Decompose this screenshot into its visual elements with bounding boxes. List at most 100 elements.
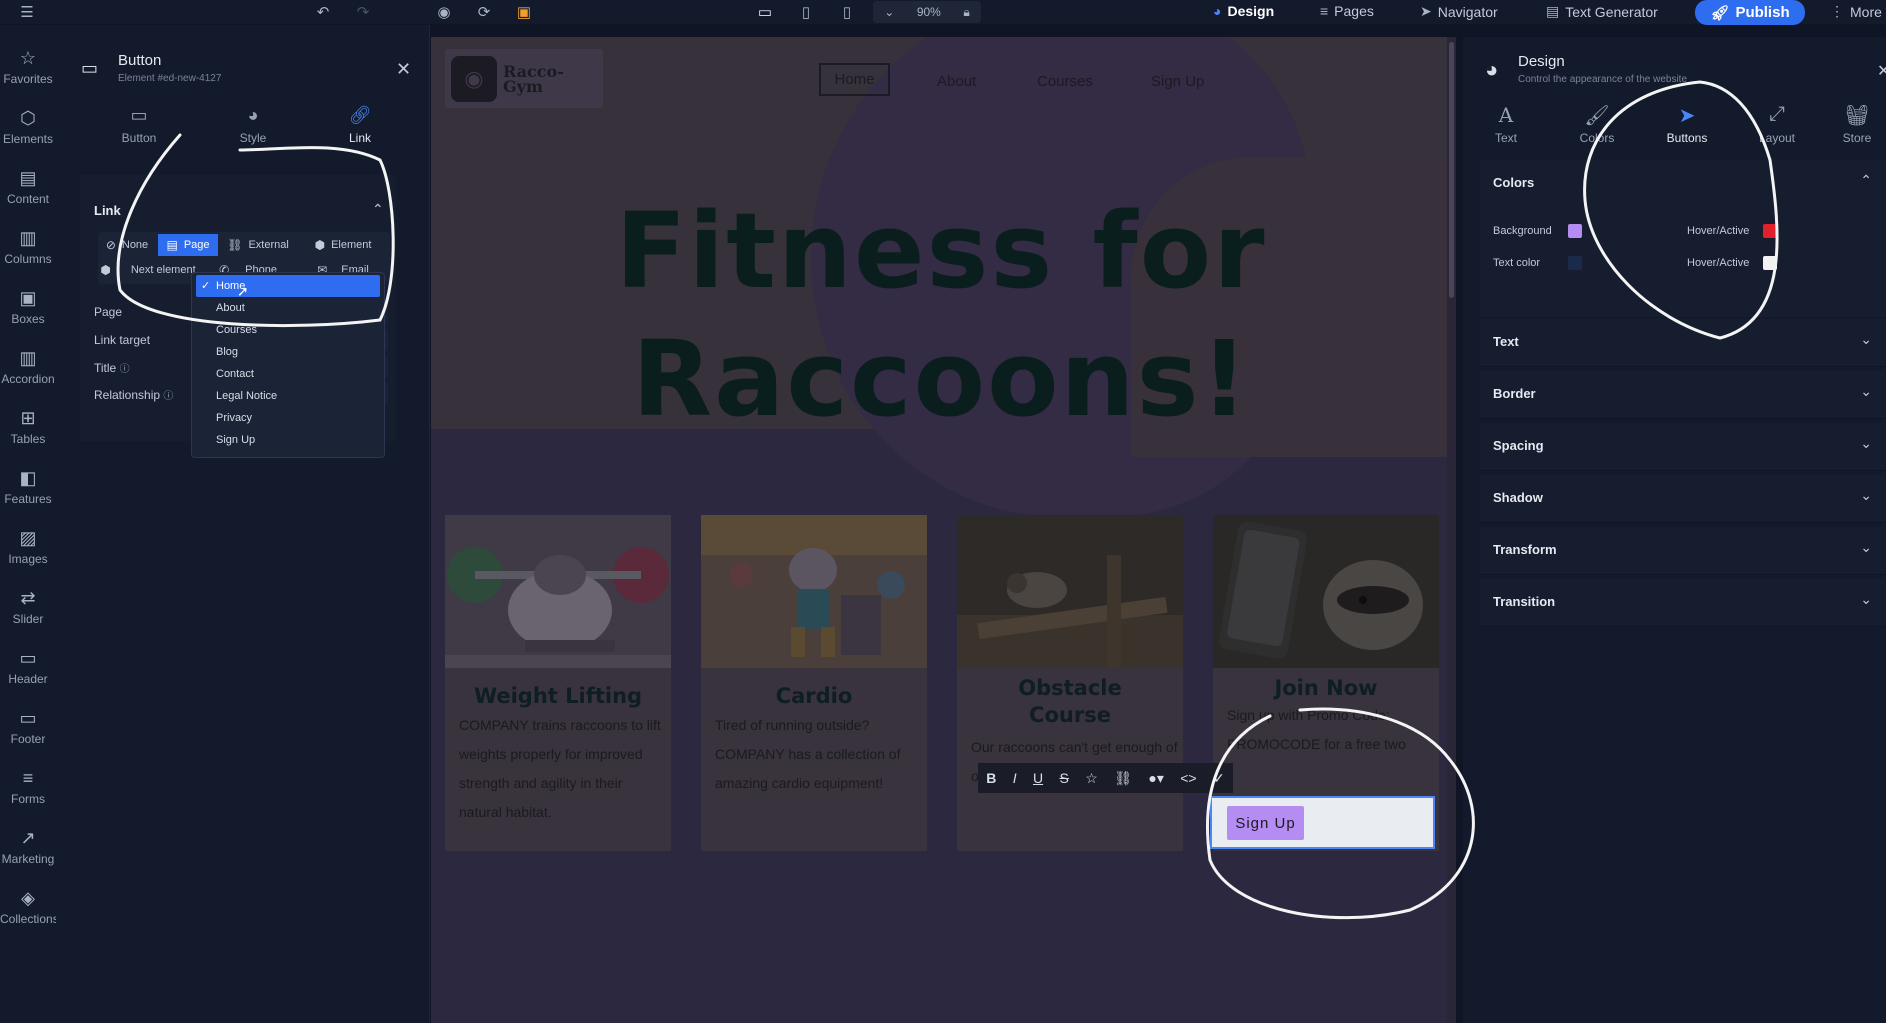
underline-icon[interactable]: U <box>1033 770 1043 786</box>
close-icon[interactable]: ✕ <box>1877 61 1886 81</box>
course-card[interactable]: Cardio Tired of running outside? COMPANY… <box>701 515 927 851</box>
tab-link[interactable]: 🔗︎ Link <box>320 105 400 145</box>
tablet-view-icon[interactable]: ▯ <box>796 2 816 22</box>
tab-buttons[interactable]: ➤ Buttons <box>1647 103 1727 145</box>
sign-up-button[interactable]: Sign Up <box>1227 806 1304 840</box>
tab-store[interactable]: 🧺︎ Store <box>1817 103 1886 145</box>
tab-button[interactable]: ▭ Button <box>99 105 179 145</box>
navigator-button[interactable]: ➤ Navigator <box>1420 3 1498 20</box>
section-colors[interactable]: Colors ⌃ <box>1480 160 1886 208</box>
text-color-swatch[interactable] <box>1568 256 1582 270</box>
bold-icon[interactable]: B <box>986 770 996 786</box>
section-transform[interactable]: Transform ⌄ <box>1480 527 1886 575</box>
user-icon[interactable]: ●▾ <box>1148 770 1163 787</box>
nav-link-about[interactable]: About <box>937 73 976 90</box>
sidebar-item-favorites[interactable]: ☆ Favorites <box>0 47 56 86</box>
hero-title[interactable]: Fitness for Raccoons! <box>441 187 1441 443</box>
sidebar-item-columns[interactable]: ▥ Columns <box>0 227 56 266</box>
selected-button-container[interactable]: Sign Up <box>1210 796 1435 849</box>
link-type-none[interactable]: ⊘ None <box>98 234 156 256</box>
design-label: Design <box>1227 3 1275 19</box>
publish-button[interactable]: 🚀︎ Publish <box>1695 0 1805 25</box>
course-card[interactable]: Obstacle Course Our raccoons can't get e… <box>957 515 1183 851</box>
dropdown-option-about[interactable]: About <box>196 297 380 319</box>
nav-link-home[interactable]: Home <box>819 63 890 96</box>
dropdown-option-privacy[interactable]: Privacy <box>196 407 380 429</box>
lock-icon[interactable]: 🔒︎ <box>963 5 969 20</box>
sidebar-item-tables[interactable]: ⊞ Tables <box>0 407 56 446</box>
rocket-icon: 🚀︎ <box>1710 4 1730 22</box>
star-icon: ☆ <box>19 48 37 68</box>
sidebar-item-slider[interactable]: ⇄ Slider <box>0 587 56 626</box>
background-swatch[interactable] <box>1568 224 1582 238</box>
sidebar-item-header[interactable]: ▭ Header <box>0 647 56 686</box>
preview-eye-icon[interactable]: ◉ <box>434 2 454 22</box>
check-icon[interactable]: ✓ <box>1213 770 1225 787</box>
text-generator-button[interactable]: ▤ Text Generator <box>1546 3 1658 20</box>
section-spacing[interactable]: Spacing ⌄ <box>1480 423 1886 471</box>
code-icon[interactable]: <> <box>1180 770 1196 786</box>
dropdown-option-courses[interactable]: Courses <box>196 319 380 341</box>
redo-icon[interactable]: ↷ <box>353 2 373 22</box>
nav-link-courses[interactable]: Courses <box>1037 73 1093 90</box>
undo-icon[interactable]: ↶ <box>313 2 333 22</box>
sidebar-item-elements[interactable]: ⬡ Elements <box>0 107 56 146</box>
hamburger-menu-icon[interactable]: ☰ <box>17 2 37 22</box>
tab-colors[interactable]: 🖌︎ Colors <box>1557 103 1637 145</box>
dropdown-option-home[interactable]: Home <box>196 275 380 297</box>
dropdown-option-sign-up[interactable]: Sign Up <box>196 429 380 451</box>
tab-style[interactable]: ◕ Style <box>213 105 293 145</box>
nav-link-sign-up[interactable]: Sign Up <box>1151 73 1204 90</box>
dropdown-option-contact[interactable]: Contact <box>196 363 380 385</box>
course-card[interactable]: Weight Lifting COMPANY trains raccoons t… <box>445 515 671 851</box>
sidebar-item-accordion[interactable]: ▥ Accordion <box>0 347 56 386</box>
close-icon[interactable]: ✕ <box>396 59 411 80</box>
chevron-up-icon[interactable]: ⌃ <box>372 201 384 218</box>
section-transition[interactable]: Transition ⌄ <box>1480 579 1886 627</box>
sidebar-item-collections[interactable]: ◈ Collections <box>0 887 59 926</box>
link-type-external[interactable]: ⛓︎ External <box>220 234 296 256</box>
site-logo[interactable]: ◉ Racco-Gym <box>445 49 603 108</box>
scrollbar-thumb[interactable] <box>1449 42 1454 298</box>
sidebar-item-features[interactable]: ◧ Features <box>0 467 56 506</box>
sidebar-item-content[interactable]: ▤ Content <box>0 167 56 206</box>
dropdown-option-blog[interactable]: Blog <box>196 341 380 363</box>
section-border[interactable]: Border ⌄ <box>1480 371 1886 419</box>
link-type-page[interactable]: ▤ Page <box>158 234 218 256</box>
design-button[interactable]: ◕ Design <box>1213 3 1274 19</box>
star-icon[interactable]: ☆ <box>1085 770 1098 787</box>
link-type-element[interactable]: ⬢ Element <box>298 234 388 256</box>
desktop-view-icon[interactable]: ▭ <box>755 2 775 22</box>
section-title: Transform <box>1493 542 1557 557</box>
help-icon[interactable]: ⓘ <box>120 364 130 375</box>
background-hover-swatch[interactable] <box>1763 224 1777 238</box>
sidebar-item-boxes[interactable]: ▣ Boxes <box>0 287 56 326</box>
section-text[interactable]: Text ⌄ <box>1480 319 1886 367</box>
mobile-view-icon[interactable]: ▯ <box>837 2 857 22</box>
link-type-next-element[interactable]: ⬢ Next element <box>98 259 198 281</box>
dropdown-option-legal-notice[interactable]: Legal Notice <box>196 385 380 407</box>
sidebar-item-footer[interactable]: ▭ Footer <box>0 707 56 746</box>
zoom-control[interactable]: ⌄ 90% 🔒︎ <box>873 1 981 23</box>
strikethrough-icon[interactable]: S <box>1060 770 1069 786</box>
italic-icon[interactable]: I <box>1013 770 1017 786</box>
help-icon[interactable]: ⓘ <box>163 391 173 402</box>
more-button[interactable]: ⋮ More <box>1830 3 1882 20</box>
sidebar-item-forms[interactable]: ≡ Forms <box>0 767 56 806</box>
sidebar-item-label: Tables <box>10 432 46 446</box>
tab-layout[interactable]: ⤢ Layout <box>1737 103 1817 145</box>
text-hover-swatch[interactable] <box>1763 256 1777 270</box>
refresh-icon[interactable]: ⟳ <box>474 2 494 22</box>
save-icon[interactable]: ▣ <box>514 2 534 22</box>
section-shadow[interactable]: Shadow ⌄ <box>1480 475 1886 523</box>
tab-text[interactable]: A Text <box>1466 103 1546 145</box>
pages-button[interactable]: ≡ Pages <box>1320 3 1374 19</box>
sidebar-item-marketing[interactable]: ↗ Marketing <box>0 827 56 866</box>
sidebar-item-label: Content <box>6 192 50 206</box>
website-canvas[interactable]: ◉ Racco-Gym Home About Courses Sign Up F… <box>431 37 1456 1023</box>
sidebar-item-images[interactable]: ▨ Images <box>0 527 56 566</box>
section-title: Transition <box>1493 594 1556 609</box>
canvas-scrollbar[interactable] <box>1447 37 1456 1023</box>
link-icon[interactable]: ⛓︎ <box>1114 770 1132 787</box>
tab-label: Style <box>239 131 267 145</box>
